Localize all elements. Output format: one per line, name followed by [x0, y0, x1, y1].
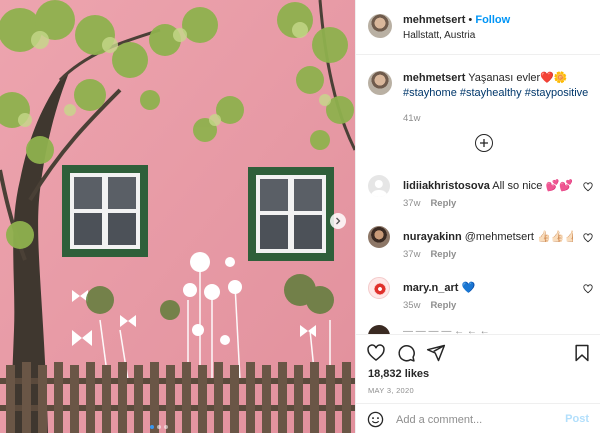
comment-meta: 37w Reply [403, 249, 456, 260]
caption-age: 41w [403, 113, 421, 124]
comment-username[interactable]: nurayakinn [403, 231, 462, 243]
post-header: mehmetsert • Follow Hallstatt, Austria [356, 0, 600, 55]
share-icon[interactable] [426, 343, 446, 363]
load-more-comments-button[interactable] [475, 134, 493, 152]
avatar[interactable] [368, 175, 390, 197]
reply-button[interactable]: Reply [430, 198, 456, 209]
comment-input[interactable] [396, 411, 556, 428]
carousel-indicator [150, 425, 168, 429]
post-location[interactable]: Hallstatt, Austria [403, 30, 475, 41]
bookmark-icon[interactable] [572, 343, 592, 363]
comment-text: @mehmetsert 👍🏻👍🏻👍🏻 [464, 231, 573, 243]
carousel-dot [157, 425, 161, 429]
chevron-right-icon [336, 217, 341, 225]
caption-username[interactable]: mehmetsert [403, 72, 465, 84]
hallstatt-house-image [0, 0, 355, 433]
comment-item: mary.n_art 💙 35w Reply [356, 277, 600, 327]
avatar[interactable] [368, 277, 390, 299]
post-author-username[interactable]: mehmetsert [403, 14, 465, 26]
hashtag-link[interactable]: #staypositive [525, 87, 589, 99]
avatar[interactable] [368, 226, 390, 248]
heart-icon[interactable] [583, 233, 593, 243]
heart-icon[interactable] [583, 284, 593, 294]
caption-text: Yaşanası evler [468, 72, 541, 84]
comment-body: lidiiakhristosova All so nice 💕💕💕 [403, 179, 573, 192]
post-comment-button[interactable]: Post [565, 413, 589, 425]
follow-button[interactable]: Follow [475, 14, 510, 26]
comment-age: 37w [403, 249, 421, 260]
heart-icon[interactable] [583, 182, 593, 192]
header-title-row: mehmetsert • Follow [403, 14, 510, 26]
plus-circle-icon [480, 139, 488, 147]
comment-age: 37w [403, 198, 421, 209]
comment-meta: 37w Reply [403, 198, 456, 209]
comment-icon[interactable] [396, 343, 416, 363]
carousel-dot [164, 425, 168, 429]
comment-text: All so nice 💕💕💕 [492, 180, 573, 192]
post-photo[interactable] [0, 0, 355, 433]
reply-button[interactable]: Reply [430, 300, 456, 311]
comment-item: lidiiakhristosova All so nice 💕💕💕 37w Re… [356, 175, 600, 225]
hashtag-link[interactable]: #stayhealthy [460, 87, 522, 99]
comment-item: nurayakinn @mehmetsert 👍🏻👍🏻👍🏻 37w Reply [356, 226, 600, 276]
likes-count[interactable]: 18,832 likes [368, 368, 429, 380]
caption-avatar[interactable] [368, 71, 392, 95]
avatar[interactable] [368, 14, 392, 38]
comment-username[interactable]: mary.n_art [403, 282, 458, 294]
comment-meta: 35w Reply [403, 300, 456, 311]
carousel-next-button[interactable] [330, 213, 346, 229]
reply-button[interactable]: Reply [430, 249, 456, 260]
emoji-icon[interactable] [367, 411, 384, 428]
post-date: MAY 3, 2020 [368, 386, 414, 395]
comment-body: mary.n_art 💙 [403, 281, 573, 294]
caption-emoji: ❤️🌼 [540, 72, 568, 84]
comment-text: 💙 [461, 282, 476, 294]
post-caption: mehmetsert Yaşanası evler❤️🌼 #stayhome #… [403, 71, 595, 126]
comment-age: 35w [403, 300, 421, 311]
comment-composer: Post [356, 403, 600, 433]
comment-username[interactable]: lidiiakhristosova [403, 180, 490, 192]
hashtag-link[interactable]: #stayhome [403, 87, 457, 99]
carousel-dot-active [150, 425, 154, 429]
comment-body: nurayakinn @mehmetsert 👍🏻👍🏻👍🏻 [403, 230, 573, 243]
heart-icon[interactable] [366, 343, 386, 363]
post-details-panel: mehmetsert • Follow Hallstatt, Austria m… [355, 0, 600, 433]
